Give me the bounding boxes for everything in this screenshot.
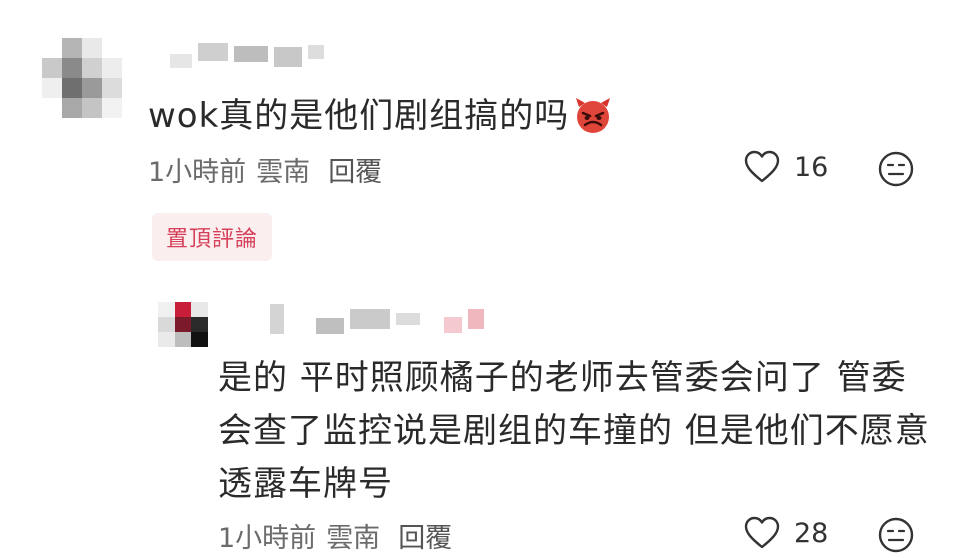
avatar-pixel bbox=[42, 38, 62, 58]
reply-button[interactable]: 回覆 bbox=[398, 516, 452, 555]
avatar-pixel bbox=[158, 332, 175, 347]
comment-body: wok真的是他们剧组搞的吗 bbox=[148, 96, 570, 136]
comment-location: 雲南 bbox=[326, 523, 381, 554]
avatar-pixel bbox=[42, 78, 62, 98]
blur-block bbox=[468, 309, 484, 329]
comment-time: 1小時前 bbox=[148, 157, 247, 188]
avatar-pixel bbox=[62, 78, 82, 98]
avatar-pixel bbox=[174, 302, 192, 317]
like-button[interactable]: 28 bbox=[744, 516, 828, 550]
neutral-face-icon[interactable] bbox=[877, 516, 915, 554]
like-button[interactable]: 16 bbox=[744, 150, 828, 184]
like-count: 28 bbox=[794, 517, 829, 549]
comment-meta: 1小時前 雲南 回覆 bbox=[218, 516, 452, 555]
blur-block bbox=[198, 43, 228, 61]
avatar-pixel bbox=[102, 58, 122, 78]
comment-text: wok真的是他们剧组搞的吗 bbox=[148, 94, 613, 138]
blur-block bbox=[308, 45, 324, 59]
neutral-face-icon[interactable] bbox=[877, 150, 915, 188]
comment-meta: 1小時前 雲南 回覆 bbox=[148, 150, 382, 189]
avatar-pixel bbox=[82, 58, 102, 78]
blur-block bbox=[396, 313, 420, 325]
comment-location: 雲南 bbox=[256, 157, 311, 188]
comment-time: 1小時前 bbox=[218, 523, 317, 554]
avatar-pixel bbox=[102, 38, 122, 58]
avatar[interactable] bbox=[42, 38, 122, 118]
username-blurred[interactable] bbox=[270, 304, 484, 334]
heart-outline-icon bbox=[744, 150, 780, 183]
blur-block bbox=[316, 318, 344, 334]
blur-block bbox=[274, 47, 302, 67]
heart-outline-icon bbox=[744, 516, 780, 549]
avatar-pixel bbox=[82, 98, 102, 118]
avatar[interactable] bbox=[158, 302, 208, 347]
avatar-pixel bbox=[82, 78, 102, 98]
avatar-pixel bbox=[82, 38, 102, 58]
blur-block bbox=[170, 54, 192, 68]
avatar-pixel bbox=[62, 58, 82, 78]
comment-text: 是的 平时照顾橘子的老师去管委会问了 管委会查了监控说是剧组的车撞的 但是他们不… bbox=[218, 358, 930, 504]
avatar-pixel bbox=[158, 302, 175, 317]
avatar-pixel bbox=[42, 98, 62, 118]
like-count: 16 bbox=[794, 151, 829, 183]
avatar-pixel bbox=[174, 332, 192, 347]
blur-block bbox=[290, 315, 310, 323]
avatar-pixel bbox=[102, 98, 122, 118]
blur-block bbox=[426, 315, 438, 323]
reply-button[interactable]: 回覆 bbox=[328, 150, 382, 189]
avatar-pixel bbox=[191, 302, 208, 317]
pinned-comment-badge: 置頂評論 bbox=[152, 213, 273, 261]
avatar-pixel bbox=[62, 38, 82, 58]
avatar-pixel bbox=[191, 332, 208, 347]
avatar-pixel bbox=[174, 317, 192, 332]
avatar-pixel bbox=[62, 98, 82, 118]
avatar-pixel bbox=[102, 78, 122, 98]
blur-block bbox=[234, 46, 268, 62]
avatar-pixel bbox=[191, 317, 208, 332]
username-blurred[interactable] bbox=[170, 36, 324, 68]
avatar-pixel bbox=[158, 317, 175, 332]
avatar-pixel bbox=[42, 58, 62, 78]
blur-block bbox=[270, 304, 284, 334]
blur-block bbox=[444, 317, 462, 333]
blur-block bbox=[350, 309, 390, 329]
angry-devil-emoji-icon bbox=[573, 95, 613, 135]
